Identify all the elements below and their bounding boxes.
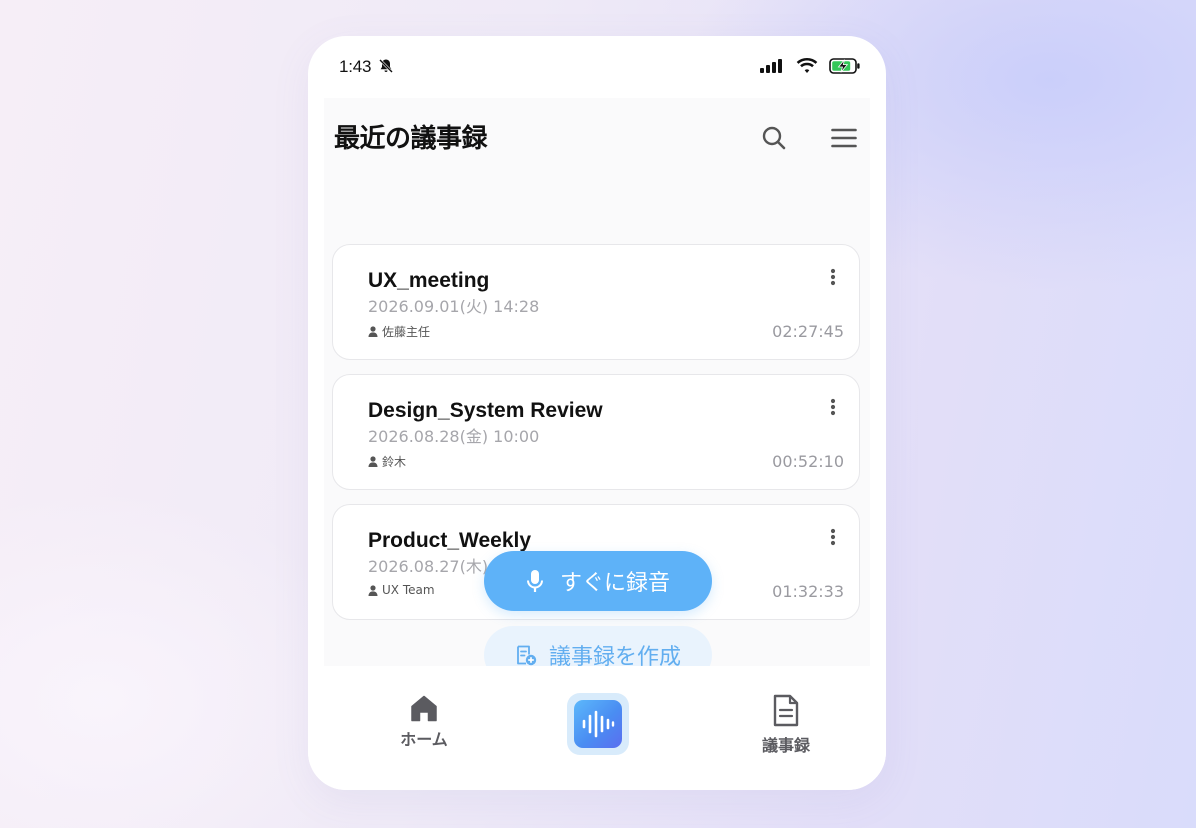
more-options-button[interactable] bbox=[824, 395, 842, 419]
meeting-title: Product_Weekly bbox=[368, 529, 532, 552]
meeting-duration: 01:32:33 bbox=[772, 582, 844, 601]
meeting-card[interactable]: Design_System Review 2026.08.28(金) 10:00… bbox=[332, 374, 860, 490]
participant-name: 佐藤主任 bbox=[382, 325, 431, 339]
document-add-icon bbox=[517, 645, 537, 666]
person-icon bbox=[368, 584, 378, 596]
meeting-participant: 佐藤主任 bbox=[368, 323, 430, 340]
bottom-navigation: ホーム 議事録 bbox=[308, 666, 886, 790]
meeting-participant: UX Team bbox=[368, 583, 435, 597]
more-options-button[interactable] bbox=[824, 265, 842, 289]
meeting-card[interactable]: UX_meeting 2026.09.01(火) 14:28 佐藤主任 02:2… bbox=[332, 244, 860, 360]
bell-slash-icon bbox=[379, 59, 393, 73]
participant-name: 鈴木 bbox=[382, 455, 407, 469]
audio-waveform-icon bbox=[582, 710, 615, 738]
person-icon bbox=[368, 456, 378, 467]
document-icon bbox=[773, 694, 799, 727]
record-now-button[interactable]: すぐに録音 bbox=[484, 551, 712, 611]
nav-minutes[interactable]: 議事録 bbox=[754, 694, 818, 756]
home-icon bbox=[411, 695, 437, 722]
meeting-duration: 02:27:45 bbox=[772, 322, 844, 341]
status-bar: 1:43 bbox=[308, 36, 886, 98]
record-tile bbox=[574, 700, 622, 748]
meeting-title: UX_meeting bbox=[368, 269, 490, 292]
battery-charging-icon bbox=[829, 58, 860, 74]
nav-home[interactable]: ホーム bbox=[392, 694, 456, 750]
nav-home-label: ホーム bbox=[400, 730, 448, 749]
microphone-icon bbox=[526, 570, 543, 592]
page-title: 最近の議事録 bbox=[334, 124, 488, 154]
person-icon bbox=[368, 326, 378, 337]
meeting-duration: 00:52:10 bbox=[772, 452, 844, 471]
meeting-date: 2026.09.01(火) 14:28 bbox=[368, 297, 540, 316]
record-now-label: すぐに録音 bbox=[559, 571, 670, 596]
wifi-icon bbox=[796, 58, 818, 73]
menu-icon bbox=[831, 128, 857, 148]
nav-minutes-label: 議事録 bbox=[761, 736, 810, 755]
nav-record-button[interactable] bbox=[567, 693, 629, 755]
search-icon bbox=[762, 126, 786, 150]
participant-name: UX Team bbox=[382, 583, 435, 597]
signal-icon bbox=[760, 59, 782, 73]
meeting-title: Design_System Review bbox=[368, 399, 603, 422]
meeting-date: 2026.08.28(金) 10:00 bbox=[368, 427, 540, 446]
more-vertical-icon bbox=[830, 268, 836, 286]
status-time: 1:43 bbox=[339, 57, 372, 76]
more-vertical-icon bbox=[830, 398, 836, 416]
more-vertical-icon bbox=[830, 528, 836, 546]
search-button[interactable] bbox=[758, 122, 790, 154]
more-options-button[interactable] bbox=[824, 525, 842, 549]
phone-screen: 1:43 最近の議事録 UX_meeting 2026.09.01(火) 14:… bbox=[308, 36, 886, 790]
meeting-participant: 鈴木 bbox=[368, 453, 406, 470]
menu-button[interactable] bbox=[828, 122, 860, 154]
